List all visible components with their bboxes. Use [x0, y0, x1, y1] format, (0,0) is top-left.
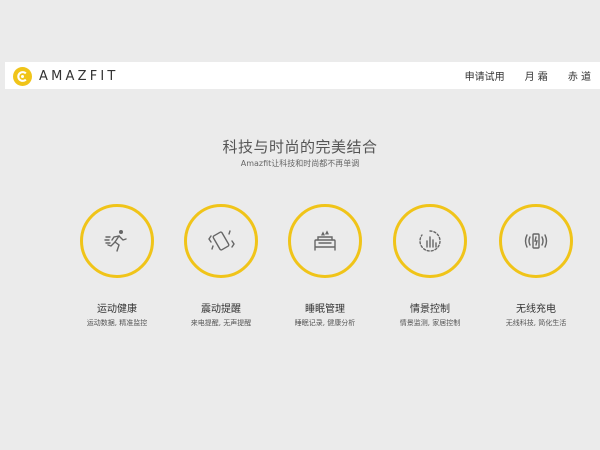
feature-title: 睡眠管理 — [305, 304, 345, 315]
nav-item-trial[interactable]: 申请试用 — [465, 68, 505, 83]
brand-logo[interactable]: AMAZFIT — [13, 66, 119, 86]
wireless-charging-icon — [524, 233, 548, 249]
nav-item-moonfrost[interactable]: 月 霜 — [525, 68, 548, 83]
feature-circle[interactable] — [499, 204, 573, 278]
feature-desc: 睡眠记录, 健康分析 — [294, 319, 356, 327]
hero-subtitle: Amazfit让科技和时尚都不再单调 — [240, 159, 360, 168]
feature-title: 无线充电 — [516, 304, 556, 315]
feature-title: 运动健康 — [97, 304, 137, 315]
feature-title: 震动提醒 — [201, 304, 241, 315]
scene-control-icon — [419, 230, 441, 252]
feature-circle[interactable] — [80, 204, 154, 278]
feature-desc: 无线科技, 简化生活 — [505, 319, 567, 327]
feature-desc: 运动数据, 精准监控 — [86, 319, 148, 327]
feature-sport-health[interactable]: 运动健康 运动数据, 精准监控 — [62, 204, 172, 328]
main-nav: 申请试用 月 霜 赤 道 — [445, 62, 591, 89]
navbar: AMAZFIT 申请试用 月 霜 赤 道 — [5, 62, 600, 89]
vibration-phone-icon — [208, 230, 235, 251]
amazfit-logo-icon — [13, 66, 32, 86]
feature-circle[interactable] — [393, 204, 467, 278]
feature-wireless-charging[interactable]: 无线充电 无线科技, 简化生活 — [481, 204, 591, 328]
feature-scene-control[interactable]: 情景控制 情景监测, 家居控制 — [375, 204, 485, 328]
running-person-icon — [104, 230, 127, 252]
feature-title: 情景控制 — [410, 304, 450, 315]
feature-desc: 情景监测, 家居控制 — [399, 319, 461, 327]
feature-desc: 来电提醒, 无声提醒 — [190, 319, 252, 327]
feature-vibration-alert[interactable]: 震动提醒 来电提醒, 无声提醒 — [166, 204, 276, 328]
brand-name: AMAZFIT — [39, 68, 119, 84]
feature-circle[interactable] — [184, 204, 258, 278]
nav-item-equator[interactable]: 赤 道 — [568, 68, 591, 83]
feature-circle[interactable] — [288, 204, 362, 278]
bed-sleep-icon — [314, 230, 336, 251]
hero-title: 科技与时尚的完美结合 — [222, 138, 378, 156]
feature-sleep-management[interactable]: 睡眠管理 睡眠记录, 健康分析 — [270, 204, 380, 328]
top-band — [0, 0, 600, 62]
